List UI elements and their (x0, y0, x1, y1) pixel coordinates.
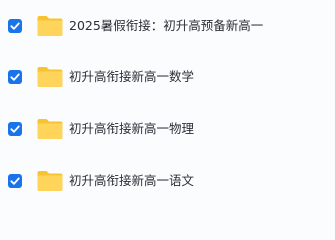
list-item-folder-4[interactable]: 初升高衔接新高一语文 (0, 163, 335, 199)
checked-checkbox[interactable] (8, 174, 22, 188)
folder-name: 初升高衔接新高一语文 (69, 173, 195, 188)
folder-name: 初升高衔接新高一物理 (69, 121, 195, 136)
checkmark-icon (10, 22, 20, 30)
folder-icon (36, 117, 64, 141)
checkmark-icon (10, 125, 20, 133)
folder-icon (36, 14, 64, 38)
file-list: 2025暑假衔接：初升高预备新高一 初升高衔接新高一数学 初升高衔接新高一物理 … (0, 0, 335, 212)
checked-checkbox[interactable] (8, 70, 22, 84)
checkmark-icon (10, 177, 20, 185)
list-item-folder-3[interactable]: 初升高衔接新高一物理 (0, 111, 335, 147)
folder-name: 初升高衔接新高一数学 (69, 69, 195, 84)
folder-icon (36, 169, 64, 193)
list-item-folder-1[interactable]: 2025暑假衔接：初升高预备新高一 (0, 8, 335, 44)
checkmark-icon (10, 73, 20, 81)
checked-checkbox[interactable] (8, 19, 22, 33)
checked-checkbox[interactable] (8, 122, 22, 136)
folder-icon (36, 65, 64, 89)
folder-name: 2025暑假衔接：初升高预备新高一 (69, 18, 264, 33)
list-item-folder-2[interactable]: 初升高衔接新高一数学 (0, 59, 335, 95)
